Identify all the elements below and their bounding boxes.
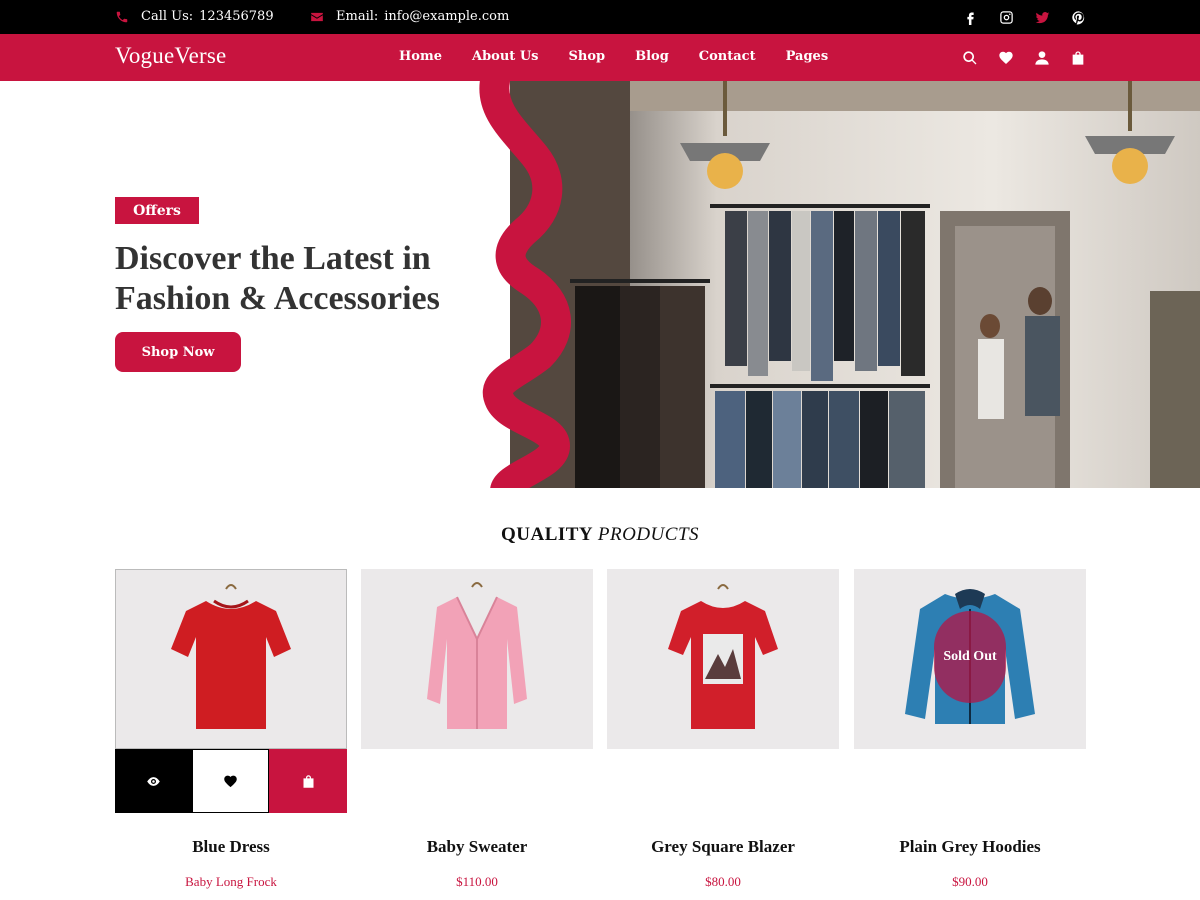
pink-coat-image bbox=[427, 582, 527, 729]
quick-view-button[interactable] bbox=[115, 749, 192, 813]
product-card[interactable]: Sold Out Plain Grey Hoodies $90.00 bbox=[854, 569, 1086, 889]
nav-item-shop[interactable]: Shop bbox=[553, 49, 620, 64]
pinterest-icon[interactable] bbox=[1060, 7, 1096, 27]
product-image[interactable] bbox=[361, 569, 593, 749]
main-menu: Home About Us Shop Blog Contact Pages bbox=[384, 49, 843, 64]
product-price: $90.00 bbox=[952, 874, 988, 889]
instagram-icon[interactable] bbox=[988, 7, 1024, 27]
hero-title: Discover the Latest in Fashion & Accesso… bbox=[115, 239, 515, 319]
nav-item-pages[interactable]: Pages bbox=[771, 49, 844, 64]
store-photo bbox=[510, 81, 1200, 488]
email-contact[interactable]: Email: info@example.com bbox=[310, 9, 509, 24]
add-to-cart-button[interactable] bbox=[269, 749, 347, 813]
red-tshirt-image bbox=[171, 584, 291, 729]
product-actions bbox=[115, 749, 347, 813]
add-to-wishlist-button[interactable] bbox=[192, 749, 269, 813]
hero-title-line2: Fashion & Accessories bbox=[115, 280, 440, 317]
product-name[interactable]: Plain Grey Hoodies bbox=[854, 837, 1086, 857]
main-navbar: VogueVerse Home About Us Shop Blog Conta… bbox=[0, 34, 1200, 81]
twitter-icon[interactable] bbox=[1024, 7, 1060, 27]
bag-icon bbox=[303, 774, 313, 788]
offers-badge: Offers bbox=[115, 197, 199, 224]
nav-item-home[interactable]: Home bbox=[384, 49, 457, 64]
social-links bbox=[952, 7, 1096, 27]
email-value[interactable]: info@example.com bbox=[384, 9, 509, 24]
email-label: Email: bbox=[336, 9, 379, 24]
section-title-italic: PRODUCTS bbox=[597, 524, 700, 545]
phone-value[interactable]: 123456789 bbox=[199, 9, 273, 24]
product-card[interactable]: Baby Sweater $110.00 bbox=[361, 569, 593, 889]
nav-icons bbox=[952, 46, 1096, 70]
phone-label: Call Us: bbox=[141, 9, 194, 24]
product-price: Baby Long Frock bbox=[185, 874, 277, 889]
envelope-icon bbox=[311, 12, 323, 21]
bag-icon[interactable] bbox=[1060, 46, 1096, 70]
heart-icon[interactable] bbox=[988, 46, 1024, 70]
phone-icon bbox=[116, 11, 128, 22]
product-name[interactable]: Grey Square Blazer bbox=[607, 837, 839, 857]
brand-logo[interactable]: VogueVerse bbox=[115, 43, 226, 69]
sold-out-badge: Sold Out bbox=[934, 611, 1006, 703]
hero-section: Offers Discover the Latest in Fashion & … bbox=[0, 81, 1200, 488]
top-bar: Call Us: 123456789 Email: info@example.c… bbox=[0, 0, 1200, 34]
product-card[interactable]: Blue Dress Baby Long Frock bbox=[115, 569, 347, 889]
product-image[interactable]: Sold Out bbox=[854, 569, 1086, 749]
facebook-icon[interactable] bbox=[952, 7, 988, 27]
search-icon[interactable] bbox=[952, 46, 988, 70]
product-image[interactable] bbox=[607, 569, 839, 749]
product-price: $80.00 bbox=[705, 874, 741, 889]
phone-contact[interactable]: Call Us: 123456789 bbox=[115, 9, 274, 24]
nav-item-contact[interactable]: Contact bbox=[684, 49, 771, 64]
shop-now-button[interactable]: Shop Now bbox=[115, 332, 241, 372]
product-price: $110.00 bbox=[456, 874, 498, 889]
graphic-tshirt-image bbox=[668, 584, 778, 729]
user-icon[interactable] bbox=[1024, 46, 1060, 70]
section-title: QUALITY PRODUCTS bbox=[0, 524, 1200, 546]
product-name[interactable]: Blue Dress bbox=[115, 837, 347, 857]
section-title-bold: QUALITY bbox=[500, 524, 594, 545]
nav-item-about-us[interactable]: About Us bbox=[457, 49, 554, 64]
eye-icon bbox=[147, 776, 160, 786]
product-card[interactable]: Grey Square Blazer $80.00 bbox=[607, 569, 839, 889]
product-name[interactable]: Baby Sweater bbox=[361, 837, 593, 857]
nav-item-blog[interactable]: Blog bbox=[620, 49, 684, 64]
heart-icon bbox=[224, 775, 237, 787]
product-image[interactable] bbox=[115, 569, 347, 749]
hero-title-line1: Discover the Latest in bbox=[115, 240, 431, 277]
